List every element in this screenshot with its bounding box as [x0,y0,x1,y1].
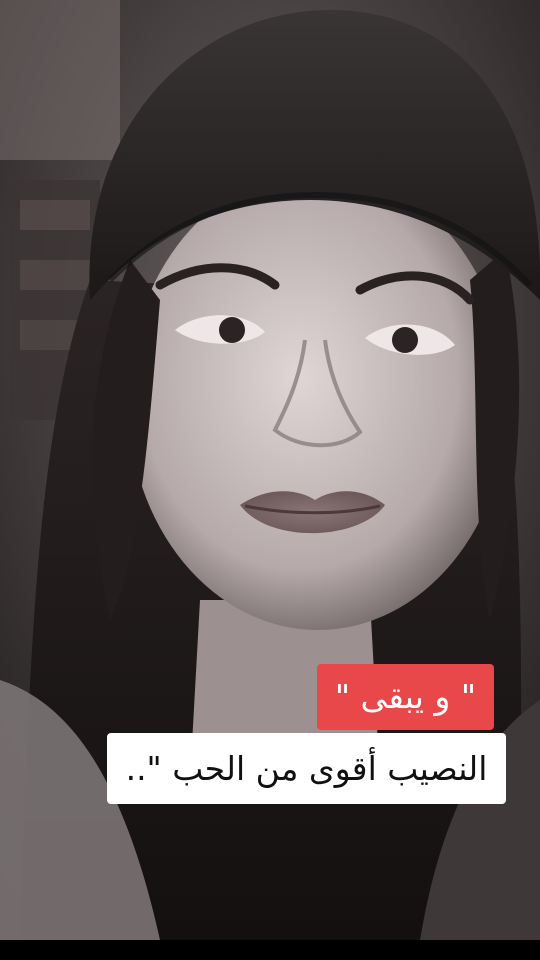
caption-line-1: " و يبقى " [316,664,494,730]
bottom-black-bar [0,940,540,960]
face [128,170,508,630]
video-frame: " و يبقى " النصيب أقوى من الحب ".. [0,0,540,940]
caption-line-2: النصيب أقوى من الحب ".. [107,733,506,804]
background-window [0,0,120,160]
